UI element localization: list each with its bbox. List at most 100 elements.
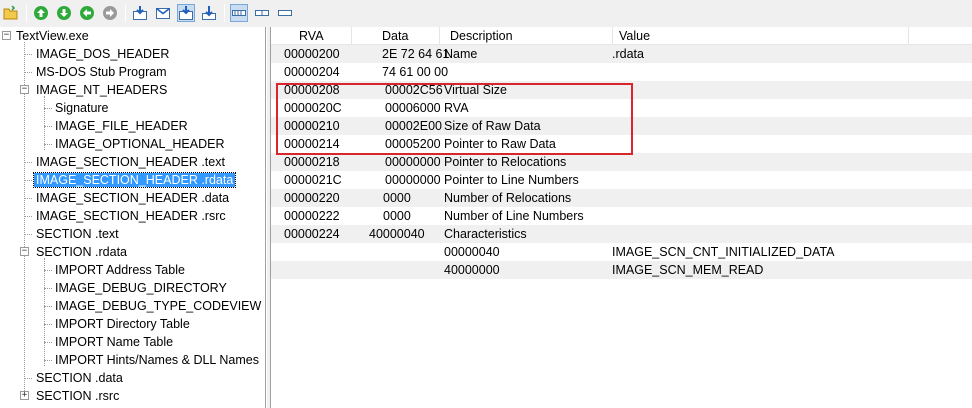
tree-item-section-header-rdata[interactable]: IMAGE_SECTION_HEADER .rdata — [32, 171, 237, 189]
tree-connector — [24, 162, 32, 163]
tree-item-section-text[interactable]: SECTION .text — [34, 225, 121, 243]
cell-data: 2E 72 64 61 — [382, 47, 450, 61]
tree-connector — [44, 108, 52, 109]
toolbar-separator — [26, 4, 27, 22]
tree-item-section-header-rsrc[interactable]: IMAGE_SECTION_HEADER .rsrc — [34, 207, 228, 225]
tree-connector — [24, 54, 32, 55]
tree-item-label: IMPORT Name Table — [55, 335, 174, 349]
tree-connector — [44, 288, 52, 289]
tree-item-nt-headers[interactable]: IMAGE_NT_HEADERS — [34, 81, 169, 99]
tree-item-signature[interactable]: Signature — [53, 99, 111, 117]
tree-view[interactable]: − − − + TextView.exe IMAGE_DOS_HEADER MS… — [0, 27, 266, 408]
table-row[interactable]: 00000220 0000 Number of Relocations — [271, 189, 972, 207]
go-up-icon[interactable] — [32, 4, 50, 22]
cell-value: IMAGE_SCN_CNT_INITIALIZED_DATA — [612, 245, 835, 259]
export-icon[interactable] — [131, 4, 149, 22]
tree-item-label: IMAGE_NT_HEADERS — [36, 83, 168, 97]
cell-rva: 0000021C — [284, 173, 342, 187]
toolbar-separator — [224, 4, 225, 22]
expand-icon[interactable]: + — [20, 391, 29, 400]
go-forward-icon[interactable] — [101, 4, 119, 22]
tree-item-import-address-table[interactable]: IMPORT Address Table — [53, 261, 187, 279]
view-medium-icon[interactable] — [253, 4, 271, 22]
save-icon[interactable] — [200, 4, 218, 22]
tree-item-label: IMPORT Hints/Names & DLL Names — [55, 353, 259, 367]
table-row[interactable]: 40000000 IMAGE_SCN_MEM_READ — [271, 261, 972, 279]
highlight-annotation-box — [276, 83, 633, 155]
tree-connector — [44, 126, 52, 127]
tree-connector — [44, 96, 45, 150]
import-icon[interactable] — [177, 4, 195, 22]
table-row[interactable]: 0000021C 00000000 Pointer to Line Number… — [271, 171, 972, 189]
tree-item-import-hints-names[interactable]: IMPORT Hints/Names & DLL Names — [53, 351, 261, 369]
tree-connector — [44, 342, 52, 343]
column-header-data[interactable]: Data — [352, 27, 440, 45]
collapse-icon[interactable]: − — [20, 247, 29, 256]
table-row[interactable]: 00000222 0000 Number of Line Numbers — [271, 207, 972, 225]
tree-connector — [44, 144, 52, 145]
open-folder-icon[interactable] — [2, 4, 20, 22]
table-row[interactable]: 00000040 IMAGE_SCN_CNT_INITIALIZED_DATA — [271, 243, 972, 261]
go-down-icon[interactable] — [55, 4, 73, 22]
tree-item-label: Signature — [55, 101, 109, 115]
tree-item-dos-header[interactable]: IMAGE_DOS_HEADER — [34, 45, 171, 63]
view-small-icon[interactable] — [276, 4, 294, 22]
tree-item-label: IMAGE_FILE_HEADER — [55, 119, 188, 133]
column-header-rva[interactable]: RVA — [271, 27, 352, 45]
tree-item-debug-directory[interactable]: IMAGE_DEBUG_DIRECTORY — [53, 279, 229, 297]
tree-item-label: IMAGE_SECTION_HEADER .data — [36, 191, 230, 205]
table-row[interactable]: 00000200 2E 72 64 61 Name .rdata — [271, 45, 972, 63]
column-header-description[interactable]: Description — [440, 27, 613, 45]
tree-item-import-name-table[interactable]: IMPORT Name Table — [53, 333, 175, 351]
tree-connector — [44, 360, 52, 361]
tree-item-label: IMPORT Directory Table — [55, 317, 190, 331]
cell-rva: 00000222 — [284, 209, 340, 223]
tree-connector — [24, 72, 32, 73]
cell-rva: 00000204 — [284, 65, 340, 79]
tree-connector — [44, 258, 45, 366]
tree-connector — [24, 216, 32, 217]
table-row[interactable]: 00000218 00000000 Pointer to Relocations — [271, 153, 972, 171]
cell-data: 00000000 — [385, 173, 441, 187]
tree-root[interactable]: TextView.exe — [14, 27, 91, 45]
cell-description: 00000040 — [444, 245, 500, 259]
go-back-icon[interactable] — [78, 4, 96, 22]
tree-item-dos-stub[interactable]: MS-DOS Stub Program — [34, 63, 169, 81]
tree-item-label: IMAGE_DOS_HEADER — [36, 47, 170, 61]
tree-item-section-data[interactable]: SECTION .data — [34, 369, 125, 387]
cell-value: IMAGE_SCN_MEM_READ — [612, 263, 764, 277]
cell-description: Characteristics — [444, 227, 527, 241]
tree-item-section-rsrc[interactable]: SECTION .rsrc — [34, 387, 121, 405]
tree-connector — [24, 198, 32, 199]
tree-item-section-header-text[interactable]: IMAGE_SECTION_HEADER .text — [34, 153, 227, 171]
collapse-icon[interactable]: − — [2, 31, 11, 40]
tree-item-import-directory[interactable]: IMPORT Directory Table — [53, 315, 192, 333]
column-header-value[interactable]: Value — [613, 27, 909, 45]
mail-icon[interactable] — [154, 4, 172, 22]
cell-rva: 00000218 — [284, 155, 340, 169]
cell-data: 0000 — [383, 209, 411, 223]
view-large-icon[interactable] — [230, 4, 248, 22]
collapse-icon[interactable]: − — [20, 85, 29, 94]
tree-item-debug-codeview[interactable]: IMAGE_DEBUG_TYPE_CODEVIEW — [53, 297, 263, 315]
tree-item-section-header-data[interactable]: IMAGE_SECTION_HEADER .data — [34, 189, 231, 207]
tree-item-label: IMAGE_SECTION_HEADER .text — [36, 155, 225, 169]
cell-description: Number of Relocations — [444, 191, 572, 205]
cell-description: 40000000 — [444, 263, 500, 277]
tree-item-label: TextView.exe — [16, 29, 89, 43]
cell-data: 40000040 — [369, 227, 425, 241]
section-header-table: RVA Data Description Value 00000200 2E 7… — [271, 27, 972, 408]
tree-item-optional-header[interactable]: IMAGE_OPTIONAL_HEADER — [53, 135, 227, 153]
tree-connector — [44, 270, 52, 271]
table-row[interactable]: 00000204 74 61 00 00 — [271, 63, 972, 81]
table-row[interactable]: 00000224 40000040 Characteristics — [271, 225, 972, 243]
tree-item-section-rdata[interactable]: SECTION .rdata — [34, 243, 129, 261]
tree-item-file-header[interactable]: IMAGE_FILE_HEADER — [53, 117, 190, 135]
cell-rva: 00000224 — [284, 227, 340, 241]
tree-item-label: IMAGE_DEBUG_TYPE_CODEVIEW — [55, 299, 262, 313]
cell-rva: 00000200 — [284, 47, 340, 61]
tree-item-label: SECTION .rdata — [36, 245, 127, 259]
cell-description: Pointer to Relocations — [444, 155, 567, 169]
table-header: RVA Data Description Value — [271, 27, 972, 45]
tree-item-label: SECTION .text — [36, 227, 119, 241]
